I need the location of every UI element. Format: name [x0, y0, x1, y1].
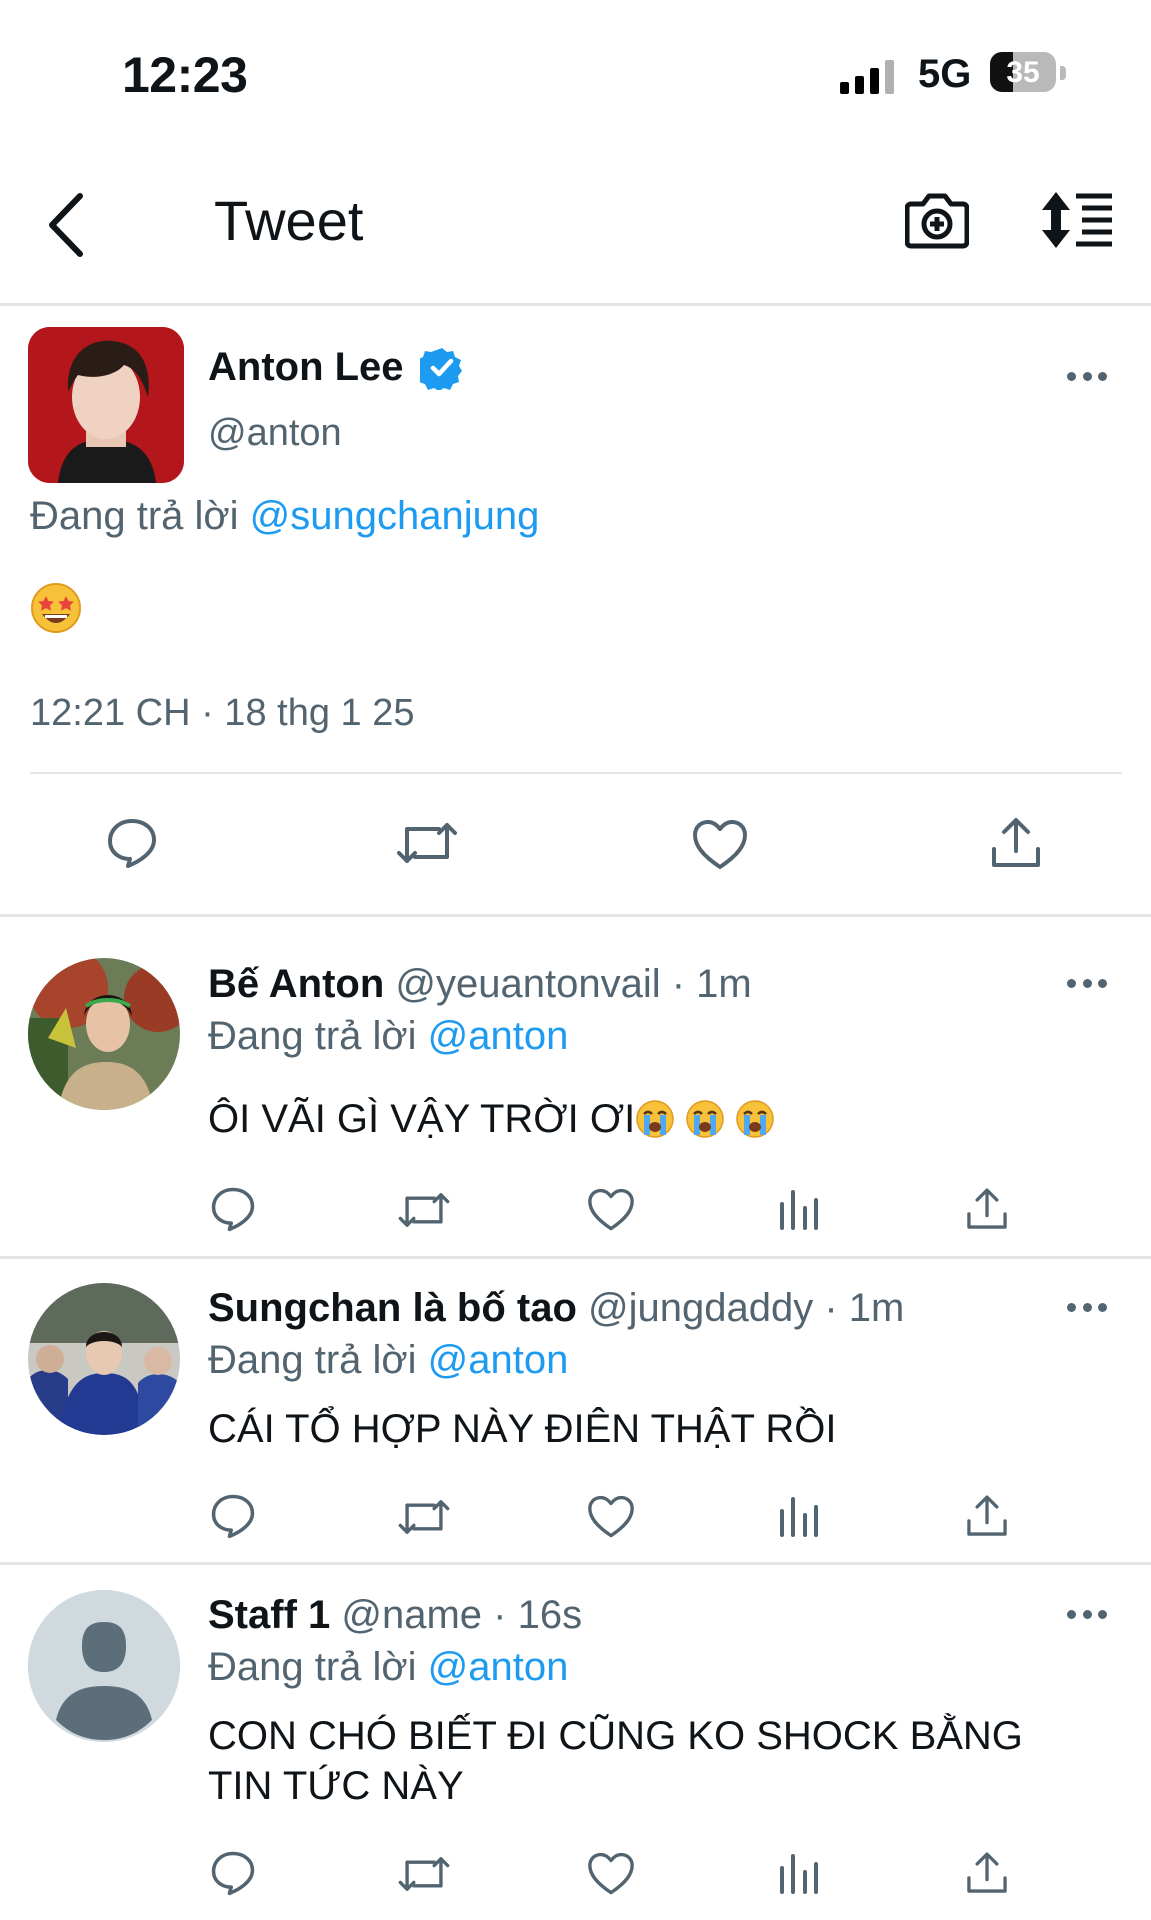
author-name[interactable]: Anton Lee [208, 345, 404, 390]
replying-to-line: Đang trả lời @sungchanjung [30, 494, 539, 539]
camera-plus-icon[interactable] [905, 188, 969, 250]
like-icon[interactable] [692, 819, 748, 871]
tweet-timestamp: 12:21 CH · 18 thg 1 25 [30, 692, 415, 734]
replying-to-line: Đang trả lời @anton [208, 1338, 568, 1383]
views-icon[interactable] [778, 1852, 820, 1894]
back-arrow-icon[interactable] [40, 190, 100, 260]
status-time: 12:23 [122, 47, 248, 103]
more-icon[interactable] [1067, 1303, 1107, 1315]
reply-author-name[interactable]: Bế Anton [208, 962, 384, 1006]
battery-tip [1060, 66, 1066, 80]
share-icon[interactable] [965, 1493, 1009, 1539]
reply-author-name[interactable]: Staff 1 [208, 1593, 330, 1637]
like-icon[interactable] [587, 1852, 635, 1896]
retweet-icon[interactable] [393, 817, 461, 869]
reply-header: Bế Anton @yeuantonvail · 1m [208, 962, 752, 1007]
avatar[interactable] [28, 327, 184, 483]
reply-body: ÔI VÃI GÌ VẬY TRỜI ƠI [208, 1097, 636, 1141]
retweet-icon[interactable] [395, 1188, 453, 1232]
share-icon[interactable] [965, 1850, 1009, 1896]
views-icon[interactable] [778, 1188, 820, 1230]
more-icon[interactable] [1067, 979, 1107, 991]
sort-icon[interactable] [1040, 190, 1114, 250]
reply-author-handle[interactable]: @yeuantonvail [395, 962, 660, 1006]
battery-icon: 35 [990, 52, 1056, 92]
replying-to-link[interactable]: @sungchanjung [250, 494, 540, 538]
reply-author-handle[interactable]: @name [341, 1593, 482, 1637]
reply-icon[interactable] [106, 817, 158, 869]
reply-divider [0, 1256, 1151, 1259]
signal-icon [840, 60, 894, 94]
avatar[interactable] [28, 958, 180, 1110]
reply-time: · 1m [824, 1286, 905, 1330]
more-icon[interactable] [1067, 1610, 1107, 1622]
reply-body: CÁI TỔ HỢP NÀY ĐIÊN THẬT RỒI [208, 1407, 837, 1451]
reply-icon[interactable] [210, 1186, 256, 1232]
loudly-crying-emoji-icon [735, 1099, 775, 1139]
replying-to-link[interactable]: @anton [428, 1014, 569, 1058]
like-icon[interactable] [587, 1495, 635, 1539]
like-icon[interactable] [587, 1188, 635, 1232]
replying-prefix: Đang trả lời [208, 1645, 428, 1689]
network-type: 5G [918, 52, 972, 96]
reply-author-handle[interactable]: @jungdaddy [588, 1286, 813, 1330]
share-icon[interactable] [965, 1186, 1009, 1232]
verified-badge-icon [420, 346, 464, 390]
default-avatar-icon[interactable] [28, 1590, 180, 1742]
reply-header: Sungchan là bố tao @jungdaddy · 1m [208, 1286, 904, 1331]
replying-prefix: Đang trả lời [208, 1338, 428, 1382]
header-divider [0, 303, 1151, 306]
share-icon[interactable] [990, 815, 1042, 867]
views-icon[interactable] [778, 1495, 820, 1537]
reply-body: CON CHÓ BIẾT ĐI CŨNG KO SHOCK BẰNG TIN T… [208, 1714, 1023, 1808]
reply-divider [0, 1562, 1151, 1565]
loudly-crying-emoji-icon [685, 1099, 725, 1139]
author-handle[interactable]: @anton [208, 412, 342, 455]
star-struck-emoji-icon [30, 582, 82, 634]
reply-header: Staff 1 @name · 16s [208, 1593, 582, 1638]
loudly-crying-emoji-icon [635, 1099, 675, 1139]
replying-prefix: Đang trả lời [30, 494, 250, 538]
reply-author-name[interactable]: Sungchan là bố tao [208, 1286, 577, 1330]
timestamp-divider [30, 772, 1122, 774]
replying-prefix: Đang trả lời [208, 1014, 428, 1058]
reply-time: · 16s [493, 1593, 583, 1637]
replying-to-link[interactable]: @anton [428, 1338, 569, 1382]
reply-icon[interactable] [210, 1493, 256, 1539]
replying-to-line: Đang trả lời @anton [208, 1014, 568, 1059]
main-tweet-divider [0, 914, 1151, 917]
reply-icon[interactable] [210, 1850, 256, 1896]
avatar[interactable] [28, 1283, 180, 1435]
battery-level: 35 [1006, 56, 1040, 89]
reply-text: ÔI VÃI GÌ VẬY TRỜI ƠI [208, 1094, 775, 1144]
more-icon[interactable] [1067, 372, 1107, 384]
page-title: Tweet [214, 189, 364, 252]
retweet-icon[interactable] [395, 1852, 453, 1896]
replying-to-link[interactable]: @anton [428, 1645, 569, 1689]
replying-to-line: Đang trả lời @anton [208, 1645, 568, 1690]
reply-time: · 1m [671, 962, 752, 1006]
retweet-icon[interactable] [395, 1495, 453, 1539]
